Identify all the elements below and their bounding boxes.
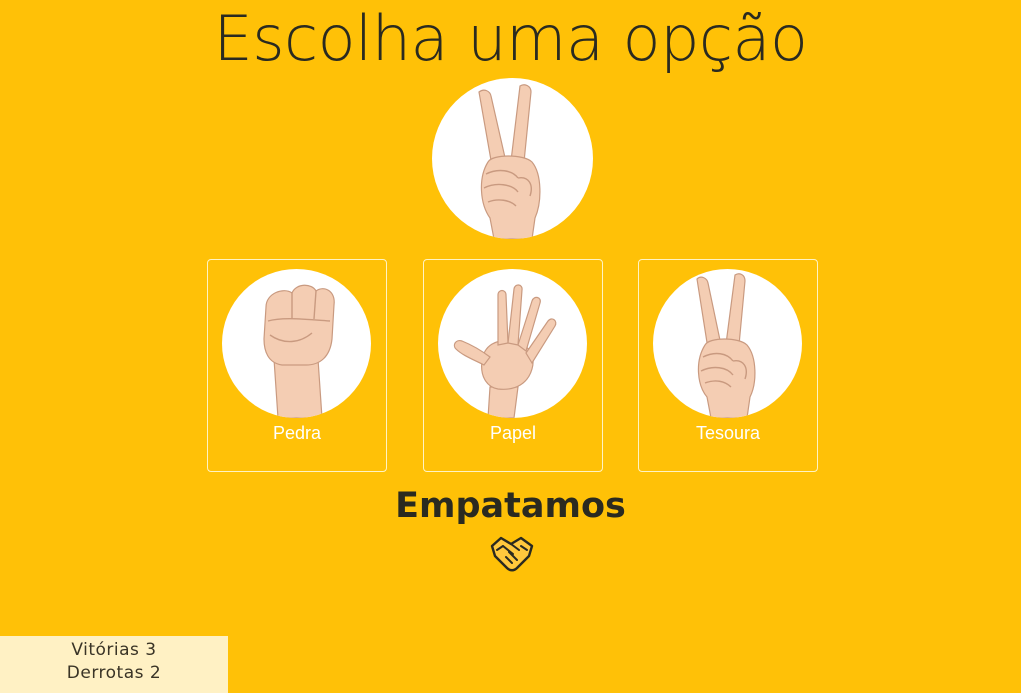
wins-counter: Vitórias 3 bbox=[71, 640, 157, 660]
computer-choice-image bbox=[432, 78, 593, 239]
option-tesoura-label: Tesoura bbox=[695, 423, 761, 443]
option-pedra-image bbox=[222, 269, 371, 418]
losses-counter: Derrotas 2 bbox=[66, 663, 162, 683]
scissors-hand-icon bbox=[478, 84, 541, 239]
handshake-icon bbox=[489, 534, 535, 572]
rock-fist-icon bbox=[263, 284, 335, 418]
option-pedra[interactable]: Pedra bbox=[207, 259, 387, 472]
option-papel-label: Papel bbox=[489, 423, 537, 443]
scissors-hand-icon bbox=[696, 273, 756, 418]
result-text: Empatamos bbox=[395, 486, 626, 526]
scoreboard: Vitórias 3 Derrotas 2 bbox=[0, 636, 228, 693]
page-title: Escolha uma opção bbox=[213, 2, 808, 75]
option-pedra-label: Pedra bbox=[272, 423, 322, 443]
option-tesoura[interactable]: Tesoura bbox=[638, 259, 818, 472]
paper-open-hand-icon bbox=[453, 284, 557, 418]
options-row: Pedra Papel Tesoura bbox=[207, 259, 818, 473]
option-papel[interactable]: Papel bbox=[423, 259, 603, 472]
option-papel-image bbox=[438, 269, 587, 418]
option-tesoura-image bbox=[653, 269, 802, 418]
